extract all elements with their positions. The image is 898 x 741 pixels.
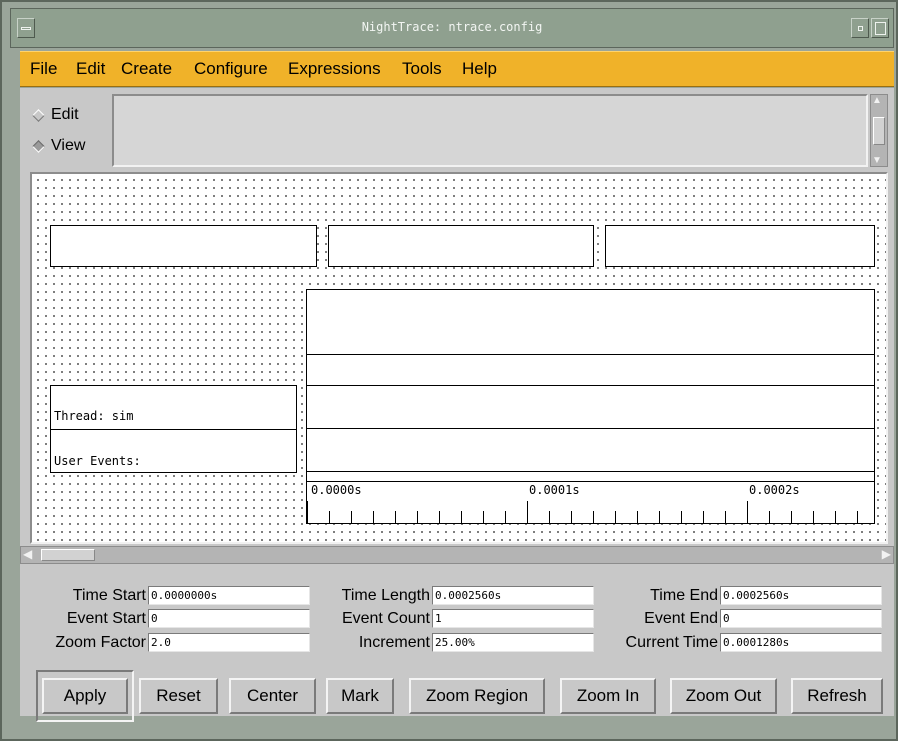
ruler-label: 0.0002s <box>749 483 800 497</box>
ruler-tick <box>857 511 858 523</box>
ruler-tick <box>483 511 484 523</box>
menu-file[interactable]: File <box>30 59 57 79</box>
ruler-tick <box>329 511 330 523</box>
menu-edit[interactable]: Edit <box>76 59 105 79</box>
graph-divider <box>307 385 874 386</box>
view-mode-radio[interactable]: View <box>32 137 86 155</box>
graph-divider <box>307 354 874 355</box>
horizontal-scrollbar[interactable]: ◀ ▶ <box>20 546 894 564</box>
ruler-tick <box>593 511 594 523</box>
ruler-tick <box>439 511 440 523</box>
ruler-tick <box>703 511 704 523</box>
ruler-label: 0.0000s <box>311 483 362 497</box>
zoom-region-button[interactable]: Zoom Region <box>409 678 545 714</box>
zoom-factor-label: Zoom Factor <box>55 634 146 651</box>
scroll-up-icon[interactable]: ▲ <box>872 95 882 106</box>
center-button[interactable]: Center <box>229 678 316 714</box>
menu-help[interactable]: Help <box>462 59 497 79</box>
ruler-tick <box>395 511 396 523</box>
time-end-field[interactable]: 0.0002560s <box>720 586 882 605</box>
event-end-label: Event End <box>644 610 718 627</box>
ruler-tick <box>505 511 506 523</box>
increment-label: Increment <box>358 634 430 651</box>
scroll-right-icon[interactable]: ▶ <box>882 547 891 561</box>
vertical-scroll-thumb[interactable] <box>873 117 885 145</box>
row-label-user-events[interactable]: User Events: <box>54 454 141 468</box>
ruler-tick <box>373 511 374 523</box>
ruler-tick <box>813 511 814 523</box>
edit-mode-radio[interactable]: Edit <box>32 106 79 124</box>
refresh-button[interactable]: Refresh <box>791 678 883 714</box>
time-start-label: Time Start <box>72 587 146 604</box>
header-box-middle[interactable] <box>328 225 594 267</box>
row-divider <box>51 429 296 430</box>
view-mode-label: View <box>51 137 86 154</box>
ruler-label: 0.0001s <box>529 483 580 497</box>
vertical-scrollbar[interactable]: ▲ ▼ <box>870 94 888 167</box>
ruler-tick <box>725 511 726 523</box>
radio-diamond-selected-icon <box>32 139 45 153</box>
header-box-right[interactable] <box>605 225 875 267</box>
row-label-thread[interactable]: Thread: sim <box>54 409 133 423</box>
edit-mode-label: Edit <box>51 106 79 123</box>
ruler-tick <box>527 501 528 523</box>
time-length-label: Time Length <box>341 587 430 604</box>
menu-tools[interactable]: Tools <box>402 59 442 79</box>
window-frame: NightTrace: ntrace.config File Edit Crea… <box>0 0 898 741</box>
ruler-tick <box>417 511 418 523</box>
ruler-tick <box>769 511 770 523</box>
graph-divider <box>307 471 874 472</box>
menu-create[interactable]: Create <box>121 59 172 79</box>
radio-diamond-icon <box>32 108 45 122</box>
time-ruler[interactable]: 0.0000s 0.0001s 0.0002s <box>307 482 874 523</box>
scroll-left-icon[interactable]: ◀ <box>23 547 32 561</box>
ruler-tick <box>747 501 748 523</box>
ruler-tick <box>681 511 682 523</box>
event-count-label: Event Count <box>341 610 430 627</box>
time-end-label: Time End <box>650 587 718 604</box>
window-title: NightTrace: ntrace.config <box>361 20 543 34</box>
ruler-tick <box>615 511 616 523</box>
expression-edit-area[interactable] <box>112 94 868 167</box>
ruler-tick <box>637 511 638 523</box>
ruler-tick <box>351 511 352 523</box>
apply-button[interactable]: Apply <box>42 678 128 714</box>
zoom-in-button[interactable]: Zoom In <box>560 678 656 714</box>
reset-button[interactable]: Reset <box>139 678 218 714</box>
zoom-out-button[interactable]: Zoom Out <box>670 678 777 714</box>
ruler-tick <box>571 511 572 523</box>
event-end-field[interactable]: 0 <box>720 609 882 628</box>
current-time-field[interactable]: 0.0001280s <box>720 633 882 652</box>
ruler-tick <box>659 511 660 523</box>
maximize-icon[interactable] <box>871 18 889 38</box>
timeline-graph[interactable]: 0.0000s 0.0001s 0.0002s <box>306 289 875 524</box>
row-label-panel: Thread: sim User Events: <box>50 385 297 473</box>
scroll-down-icon[interactable]: ▼ <box>872 155 882 166</box>
ruler-tick <box>461 511 462 523</box>
main-panel: Edit View ▲ ▼ Thread: sim User Events: 0… <box>20 88 894 722</box>
ruler-tick <box>307 501 308 523</box>
menu-expressions[interactable]: Expressions <box>288 59 381 79</box>
timeline-canvas[interactable]: Thread: sim User Events: 0.0000s 0.0001s… <box>30 172 888 544</box>
menu-configure[interactable]: Configure <box>194 59 268 79</box>
event-start-label: Event Start <box>66 610 146 627</box>
ruler-tick <box>835 511 836 523</box>
header-box-left[interactable] <box>50 225 317 267</box>
ruler-tick <box>791 511 792 523</box>
minimize-icon[interactable] <box>851 18 869 38</box>
ruler-tick <box>549 511 550 523</box>
graph-divider <box>307 428 874 429</box>
current-time-label: Current Time <box>625 634 718 651</box>
menu-bar: File Edit Create Configure Expressions T… <box>20 51 894 87</box>
title-bar[interactable]: NightTrace: ntrace.config <box>10 8 894 48</box>
mark-button[interactable]: Mark <box>326 678 394 714</box>
horizontal-scroll-thumb[interactable] <box>41 549 95 561</box>
